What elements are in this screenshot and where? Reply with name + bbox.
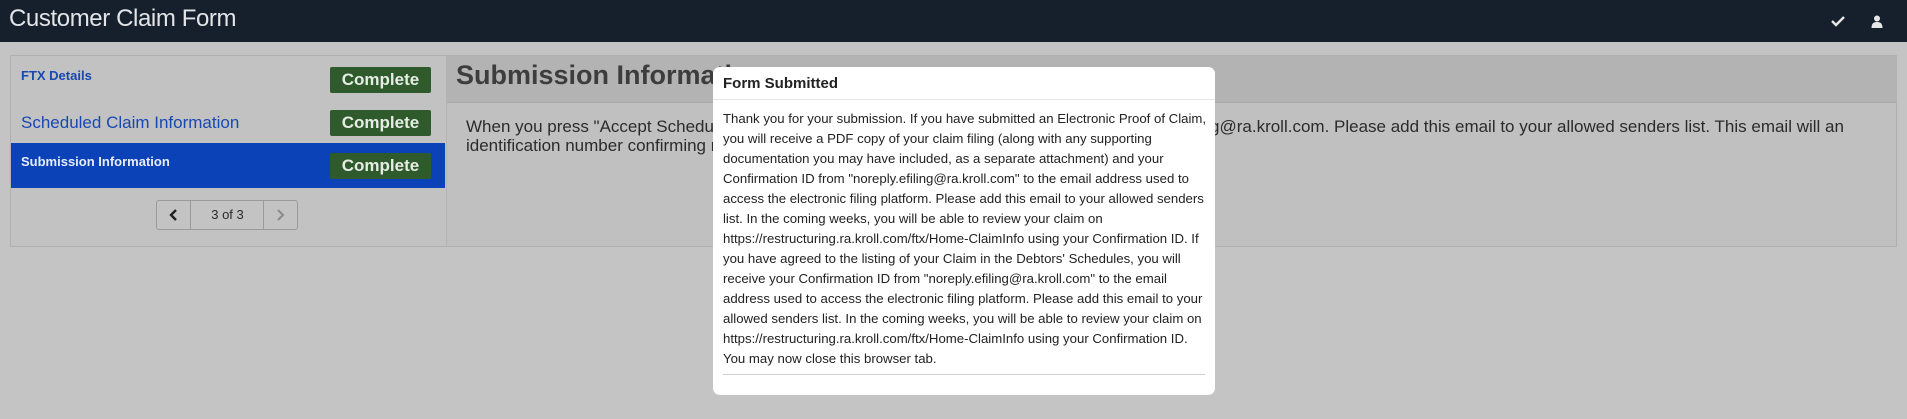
chevron-left-icon xyxy=(169,209,177,221)
status-badge: Complete xyxy=(330,67,431,93)
previous-page-button[interactable] xyxy=(157,201,191,229)
check-icon[interactable] xyxy=(1827,10,1849,32)
sidebar-item-submission-information[interactable]: Submission Information Complete xyxy=(11,143,445,188)
sidebar-item-label[interactable]: Submission Information xyxy=(21,154,170,169)
sidebar-item-scheduled-claim-information[interactable]: Scheduled Claim Information Complete xyxy=(11,99,445,142)
app-title: Customer Claim Form xyxy=(9,5,237,32)
sidebar-item-ftx-details[interactable]: FTX Details Complete xyxy=(11,56,445,99)
pager: 3 of 3 xyxy=(156,200,298,230)
top-bar: Customer Claim Form xyxy=(0,0,1907,42)
dialog-body: Thank you for your submission. If you ha… xyxy=(723,111,1207,366)
next-page-button[interactable] xyxy=(263,201,297,229)
status-badge: Complete xyxy=(330,153,431,179)
sidebar-item-label[interactable]: FTX Details xyxy=(21,68,92,83)
user-icon[interactable] xyxy=(1866,10,1888,32)
divider xyxy=(723,374,1205,375)
sidebar: FTX Details Complete Scheduled Claim Inf… xyxy=(11,56,447,246)
dialog-title: Form Submitted xyxy=(723,75,838,92)
sidebar-item-label[interactable]: Scheduled Claim Information xyxy=(21,113,239,133)
page-indicator: 3 of 3 xyxy=(211,207,244,222)
status-badge: Complete xyxy=(330,110,431,136)
dialog-header: Form Submitted xyxy=(713,67,1215,100)
chevron-right-icon xyxy=(277,209,285,221)
form-submitted-dialog: Form Submitted Thank you for your submis… xyxy=(713,67,1215,395)
